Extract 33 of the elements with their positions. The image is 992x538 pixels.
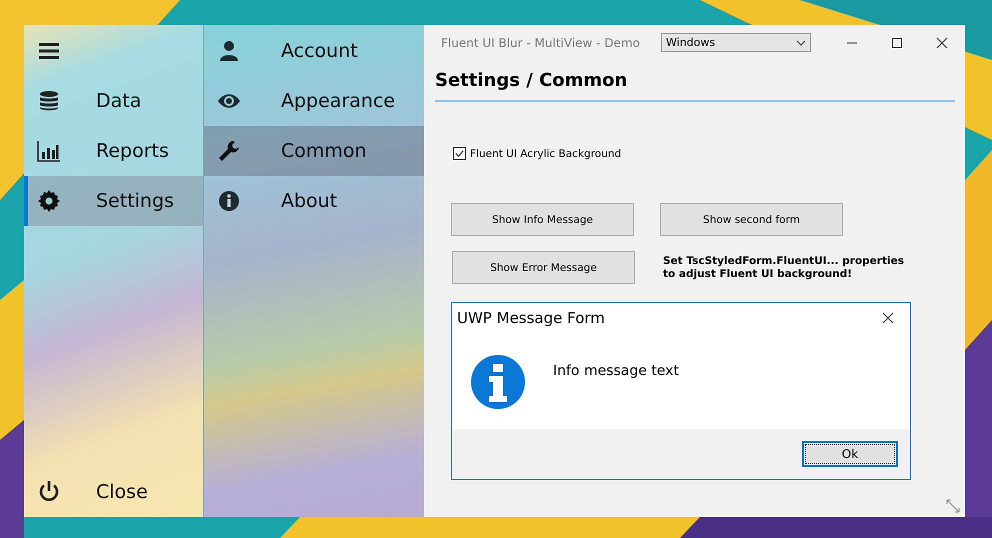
database-icon (37, 89, 61, 113)
resize-icon[interactable] (945, 498, 961, 514)
close-icon[interactable] (882, 312, 894, 324)
window-title: Fluent UI Blur - MultiView - Demo (441, 36, 641, 50)
checkbox-label: Fluent UI Acrylic Background (470, 148, 622, 160)
nav-item[interactable]: Data (24, 76, 203, 126)
power-icon (37, 480, 61, 504)
page-heading: Settings / Common (434, 69, 628, 91)
nav-item[interactable]: Reports (24, 126, 203, 176)
subnav-item[interactable]: About (204, 176, 424, 226)
person-icon (217, 38, 241, 62)
ok-button[interactable]: Ok (802, 441, 898, 467)
info-message-button[interactable]: Show Info Message (451, 203, 634, 236)
gear-icon (37, 189, 61, 213)
subnav-item[interactable]: Appearance (204, 76, 424, 126)
close-icon[interactable] (936, 36, 948, 48)
info-icon (470, 354, 526, 410)
wrench-icon (217, 139, 241, 163)
second-form-button[interactable]: Show second form (660, 203, 843, 236)
error-message-button[interactable]: Show Error Message (452, 251, 635, 284)
subnav-item[interactable]: Account (204, 25, 424, 76)
nav-item[interactable]: Settings (24, 176, 203, 226)
bar-chart-icon (37, 139, 61, 163)
info-icon (217, 189, 241, 213)
subnav-item[interactable]: Common (204, 126, 424, 176)
chevron-icon (796, 40, 806, 46)
close-item[interactable]: Close (24, 467, 203, 517)
dialog-message: Info message text (553, 363, 679, 379)
hint-text: Set TscStyledForm.FluentUI... properties to adjust Fluent UI background! (663, 254, 905, 280)
maximize-icon[interactable] (891, 36, 903, 48)
theme-dropdown[interactable]: Windows (661, 33, 811, 52)
checkbox[interactable] (453, 147, 466, 160)
dialog-title: UWP Message Form (457, 309, 605, 327)
